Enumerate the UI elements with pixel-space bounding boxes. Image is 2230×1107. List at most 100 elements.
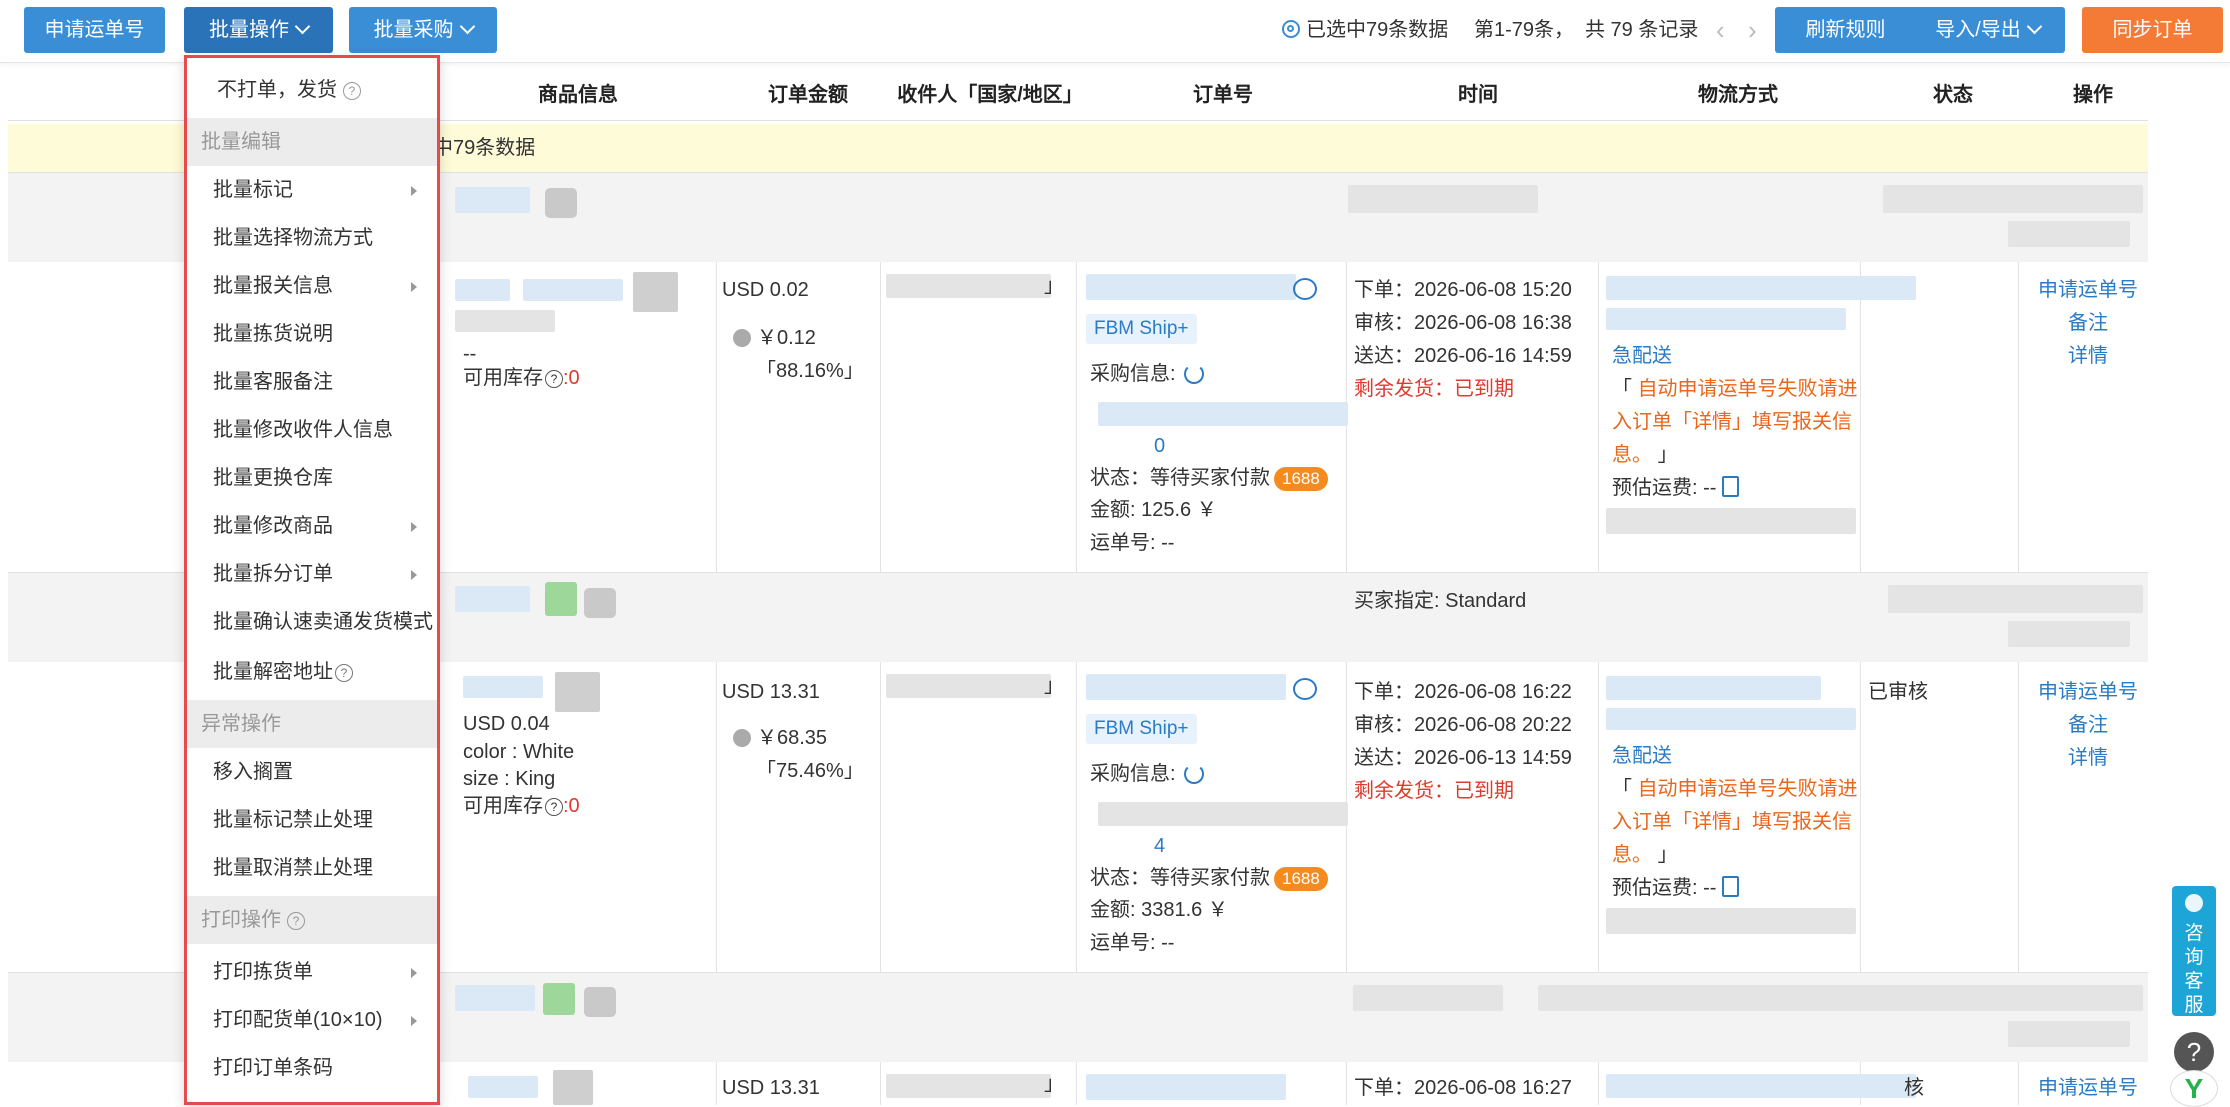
customer-service-button[interactable]: 咨询客服 bbox=[2172, 886, 2216, 1016]
logistics-method-link[interactable]: 急配送 bbox=[1612, 740, 1672, 772]
dd-batch-select-logistics[interactable]: 批量选择物流方式 bbox=[187, 214, 437, 262]
time-ordered: 下单：2026-06-08 15:20 bbox=[1354, 279, 1572, 301]
chevron-right-icon bbox=[411, 186, 417, 196]
batch-purchase-label: 批量采购 bbox=[373, 19, 454, 41]
dd-batch-split-order[interactable]: 批量拆分订单 bbox=[187, 550, 437, 598]
chat-icon[interactable] bbox=[1293, 278, 1317, 300]
purchase-status-text: 状态：等待买家付款 bbox=[1090, 867, 1270, 889]
detail-link[interactable]: 详情 bbox=[2068, 340, 2108, 372]
purchase-order-number[interactable]: 0 bbox=[1154, 430, 1165, 462]
col-order-number[interactable]: 订单号 bbox=[1073, 70, 1373, 120]
fbm-tag-text: FBM Ship+ bbox=[1086, 314, 1197, 344]
fbm-tag: FBM Ship+ bbox=[1086, 712, 1197, 744]
chat-icon[interactable] bbox=[1293, 678, 1317, 700]
green-flag-icon[interactable] bbox=[543, 983, 575, 1015]
col-time[interactable]: 时间 bbox=[1338, 70, 1618, 120]
calculator-icon[interactable] bbox=[1722, 476, 1740, 497]
dd-item-label: 批量取消禁止处理 bbox=[213, 857, 373, 879]
flag-icon[interactable] bbox=[584, 588, 616, 618]
dd-batch-edit-recipient[interactable]: 批量修改收件人信息 bbox=[187, 406, 437, 454]
apply-tracking-link[interactable]: 申请运单号 bbox=[2038, 274, 2138, 306]
dd-ship-without-print[interactable]: 不打单，发货? bbox=[187, 66, 437, 114]
col-actions[interactable]: 操作 bbox=[2023, 70, 2163, 120]
batch-purchase-button[interactable]: 批量采购 bbox=[349, 7, 497, 53]
help-icon[interactable]: ? bbox=[545, 370, 563, 388]
warning-line: 自动申请运单号失败请进 bbox=[1637, 778, 1858, 800]
dd-batch-change-warehouse[interactable]: 批量更换仓库 bbox=[187, 454, 437, 502]
warning-line: 自动申请运单号失败请进 bbox=[1637, 378, 1858, 400]
dd-move-to-hold[interactable]: 移入搁置 bbox=[187, 748, 437, 796]
refresh-icon[interactable] bbox=[1183, 764, 1204, 784]
redacted-block bbox=[1606, 908, 1856, 934]
batch-operations-button[interactable]: 批量操作 bbox=[184, 7, 333, 53]
col-logistics[interactable]: 物流方式 bbox=[1598, 70, 1878, 120]
apply-tracking-button[interactable]: 申请运单号 bbox=[24, 7, 165, 53]
dd-batch-service-note[interactable]: 批量客服备注 bbox=[187, 358, 437, 406]
chevron-right-icon bbox=[411, 570, 417, 580]
redacted-block bbox=[468, 1076, 538, 1098]
help-icon[interactable]: ? bbox=[2174, 1032, 2214, 1072]
redacted-block bbox=[1538, 985, 2143, 1011]
product-image[interactable] bbox=[555, 672, 600, 712]
green-flag-icon[interactable] bbox=[545, 582, 577, 616]
calculator-icon[interactable] bbox=[1722, 876, 1740, 897]
app-logo[interactable]: Y bbox=[2170, 1070, 2218, 1107]
help-icon[interactable]: ? bbox=[343, 82, 361, 100]
dd-batch-edit-product[interactable]: 批量修改商品 bbox=[187, 502, 437, 550]
col-product[interactable]: 商品信息 bbox=[428, 70, 728, 120]
dd-batch-mark-forbid[interactable]: 批量标记禁止处理 bbox=[187, 796, 437, 844]
redacted-block bbox=[2008, 621, 2130, 647]
dd-section-label: 异常操作 bbox=[201, 713, 281, 735]
apply-tracking-link[interactable]: 申请运单号 bbox=[2038, 1072, 2138, 1104]
dd-item-label: 不打单，发货 bbox=[217, 79, 337, 101]
redacted-block bbox=[1098, 802, 1348, 826]
help-icon[interactable]: ? bbox=[335, 664, 353, 682]
selected-info[interactable]: 已选中79条数据 bbox=[1282, 7, 1448, 53]
sync-orders-label: 同步订单 bbox=[2112, 19, 2193, 41]
next-page-icon[interactable]: › bbox=[1748, 7, 1757, 53]
sync-orders-button[interactable]: 同步订单 bbox=[2082, 7, 2223, 53]
product-image[interactable] bbox=[633, 272, 678, 312]
dd-batch-decrypt-address[interactable]: 批量解密地址? bbox=[187, 648, 437, 696]
chevron-down-icon bbox=[459, 18, 475, 35]
dd-batch-customs-info[interactable]: 批量报关信息 bbox=[187, 262, 437, 310]
col-recipient[interactable]: 收件人「国家/地区」 bbox=[880, 70, 1100, 120]
flag-icon[interactable] bbox=[545, 188, 577, 218]
dd-batch-mark[interactable]: 批量标记 bbox=[187, 166, 437, 214]
recipient-suffix: 」 bbox=[1044, 1073, 1064, 1095]
logistics-method-link[interactable]: 急配送 bbox=[1612, 340, 1672, 372]
dd-print-picking-list[interactable]: 打印拣货单 bbox=[187, 948, 437, 996]
dd-batch-picking-note[interactable]: 批量拣货说明 bbox=[187, 310, 437, 358]
redacted-block bbox=[455, 187, 530, 213]
apply-tracking-label: 申请运单号 bbox=[44, 19, 145, 41]
dd-section-label: 打印操作 bbox=[201, 909, 281, 931]
purchase-order-number[interactable]: 4 bbox=[1154, 830, 1165, 862]
import-export-button[interactable]: 导入/导出 bbox=[1910, 7, 2065, 53]
refresh-rules-button[interactable]: 刷新规则 bbox=[1775, 7, 1916, 53]
help-icon[interactable]: ? bbox=[545, 798, 563, 816]
note-link[interactable]: 备注 bbox=[2068, 709, 2108, 741]
detail-link[interactable]: 详情 bbox=[2068, 742, 2108, 774]
bracket-close: 」 bbox=[1657, 444, 1678, 466]
redacted-block bbox=[1086, 274, 1296, 300]
chevron-down-icon bbox=[294, 18, 311, 35]
logistics-warning: 「 自动申请运单号失败请进 bbox=[1612, 773, 1858, 805]
apply-tracking-link[interactable]: 申请运单号 bbox=[2038, 676, 2138, 708]
refresh-icon[interactable] bbox=[1183, 364, 1204, 384]
fbm-tag-text: FBM Ship+ bbox=[1086, 714, 1197, 744]
prev-page-icon[interactable]: ‹ bbox=[1716, 7, 1725, 53]
buyer-specified: 买家指定: Standard bbox=[1354, 590, 1527, 612]
note-link[interactable]: 备注 bbox=[2068, 307, 2108, 339]
gear-icon[interactable] bbox=[1282, 20, 1300, 38]
redacted-block bbox=[1606, 508, 1856, 534]
product-image[interactable] bbox=[553, 1070, 593, 1105]
col-status[interactable]: 状态 bbox=[1863, 70, 2043, 120]
dd-print-order-barcode[interactable]: 打印订单条码 bbox=[187, 1044, 437, 1092]
dd-batch-confirm-aliexpress[interactable]: 批量确认速卖通发货模式 bbox=[187, 598, 437, 646]
flag-icon[interactable] bbox=[584, 987, 616, 1017]
col-amount[interactable]: 订单金额 bbox=[708, 70, 908, 120]
dd-item-label: 打印拣货单 bbox=[213, 961, 313, 983]
help-icon[interactable]: ? bbox=[287, 912, 305, 930]
dd-batch-cancel-forbid[interactable]: 批量取消禁止处理 bbox=[187, 844, 437, 892]
dd-print-packing-list[interactable]: 打印配货单(10×10) bbox=[187, 996, 437, 1044]
